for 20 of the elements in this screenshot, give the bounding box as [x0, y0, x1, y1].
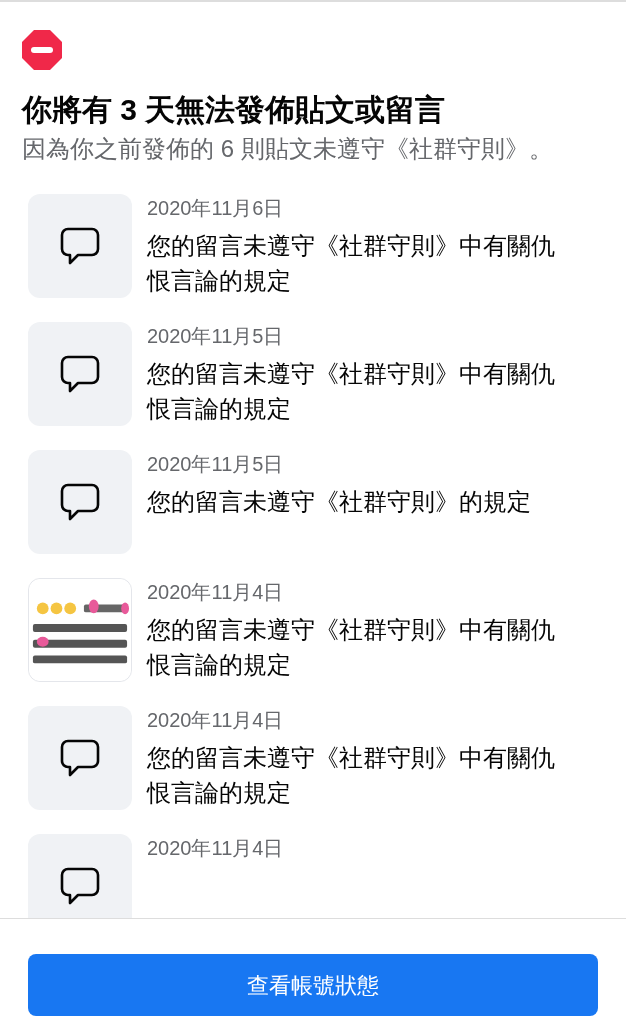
subtitle: 因為你之前發佈的 6 則貼文未遵守《社群守則》。	[22, 134, 554, 164]
view-account-status-button[interactable]: 查看帳號狀態	[28, 954, 598, 1016]
date: 2020年11月4日	[147, 708, 285, 733]
date: 2020年11月6日	[147, 196, 285, 221]
violation-message: 您的留言未遵守《社群守則》中有關仇恨言論的規定	[147, 743, 556, 808]
speech-bubble-icon	[60, 483, 100, 521]
violation-message: 您的留言未遵守《社群守則》中有關仇恨言論的規定	[147, 359, 556, 424]
date: 2020年11月4日	[147, 580, 285, 605]
speech-bubble-icon	[60, 355, 100, 393]
stop-sign-icon	[22, 30, 62, 70]
date: 2020年11月5日	[147, 324, 285, 349]
violation-message: 您的留言未遵守《社群守則》中有關仇恨言論的規定	[147, 615, 556, 680]
speech-bubble-icon	[60, 739, 100, 777]
speech-bubble-icon	[60, 867, 100, 905]
violation-message: 您的留言未遵守《社群守則》的規定	[147, 487, 532, 517]
violation-message: 您的留言未遵守《社群守則》中有關仇恨言論的規定	[147, 231, 556, 296]
date: 2020年11月5日	[147, 452, 285, 477]
date: 2020年11月4日	[147, 836, 284, 861]
title: 你將有 3 天無法發佈貼文或留言	[22, 92, 447, 128]
speech-bubble-icon	[60, 227, 100, 265]
